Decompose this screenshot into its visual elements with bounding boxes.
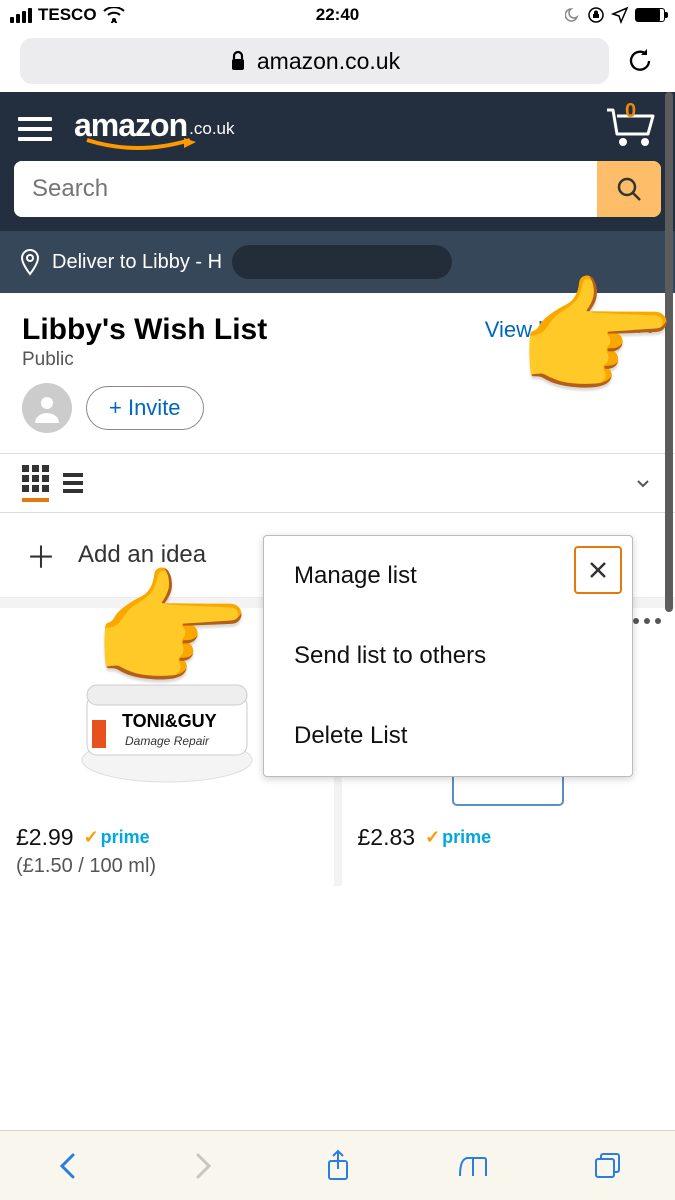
product-price: £2.83 xyxy=(358,824,416,851)
chevron-down-icon[interactable] xyxy=(633,473,653,493)
carrier-label: TESCO xyxy=(38,5,97,25)
location-pin-icon xyxy=(18,248,42,276)
delete-list-option[interactable]: Delete List xyxy=(264,696,632,776)
moon-icon xyxy=(565,7,581,23)
search-input[interactable] xyxy=(14,161,597,217)
pointing-hand-annotation: 👉 xyxy=(90,554,252,707)
share-button[interactable] xyxy=(318,1146,358,1186)
menu-button[interactable] xyxy=(18,117,52,141)
prime-badge: ✓prime xyxy=(84,827,150,848)
close-icon xyxy=(587,559,609,581)
grid-view-button[interactable] xyxy=(22,465,49,502)
forward-button xyxy=(183,1146,223,1186)
plus-icon: ＋ xyxy=(26,533,56,577)
send-list-option[interactable]: Send list to others xyxy=(264,616,632,696)
product-options-button[interactable] xyxy=(633,618,661,624)
wifi-icon xyxy=(103,7,125,23)
url-pill[interactable]: amazon.co.uk xyxy=(20,38,609,84)
safari-address-bar: amazon.co.uk xyxy=(0,30,675,92)
refresh-icon[interactable] xyxy=(625,46,655,76)
view-toggle-bar xyxy=(0,453,675,513)
safari-toolbar xyxy=(0,1130,675,1200)
redacted-address xyxy=(232,245,452,279)
search-button[interactable] xyxy=(597,161,661,217)
search-icon xyxy=(614,174,644,204)
cart-count: 0 xyxy=(625,100,636,123)
tabs-button[interactable] xyxy=(588,1146,628,1186)
location-icon xyxy=(611,6,629,24)
lock-icon xyxy=(229,50,247,72)
context-menu: Manage list Send list to others Delete L… xyxy=(263,535,633,777)
bookmarks-button[interactable] xyxy=(453,1146,493,1186)
invite-label: + Invite xyxy=(109,395,181,421)
signal-icon xyxy=(10,8,32,23)
svg-text:TONI&GUY: TONI&GUY xyxy=(122,711,217,731)
url-domain: amazon.co.uk xyxy=(257,48,400,75)
ios-status-bar: TESCO 22:40 xyxy=(0,0,675,30)
person-icon xyxy=(30,391,64,425)
logo-suffix: .co.uk xyxy=(189,119,234,139)
product-price: £2.99 xyxy=(16,824,74,851)
cart-button[interactable]: 0 xyxy=(603,104,657,153)
amazon-logo[interactable]: amazon .co.uk xyxy=(74,107,235,150)
unit-price: (£1.50 / 100 ml) xyxy=(16,855,318,878)
svg-text:Damage Repair: Damage Repair xyxy=(125,734,210,748)
pointing-hand-annotation: 👈 xyxy=(519,262,675,415)
clock: 22:40 xyxy=(316,5,359,25)
back-button[interactable] xyxy=(48,1146,88,1186)
avatar[interactable] xyxy=(22,383,72,433)
invite-button[interactable]: + Invite xyxy=(86,386,204,430)
prime-badge: ✓prime xyxy=(425,827,491,848)
close-button[interactable] xyxy=(574,546,622,594)
wishlist-title: Libby's Wish List xyxy=(22,313,485,347)
search-bar xyxy=(14,161,661,217)
battery-icon xyxy=(635,8,665,22)
orientation-lock-icon xyxy=(587,6,605,24)
delivery-text: Deliver to Libby - H xyxy=(52,251,222,274)
list-view-button[interactable] xyxy=(63,473,83,493)
